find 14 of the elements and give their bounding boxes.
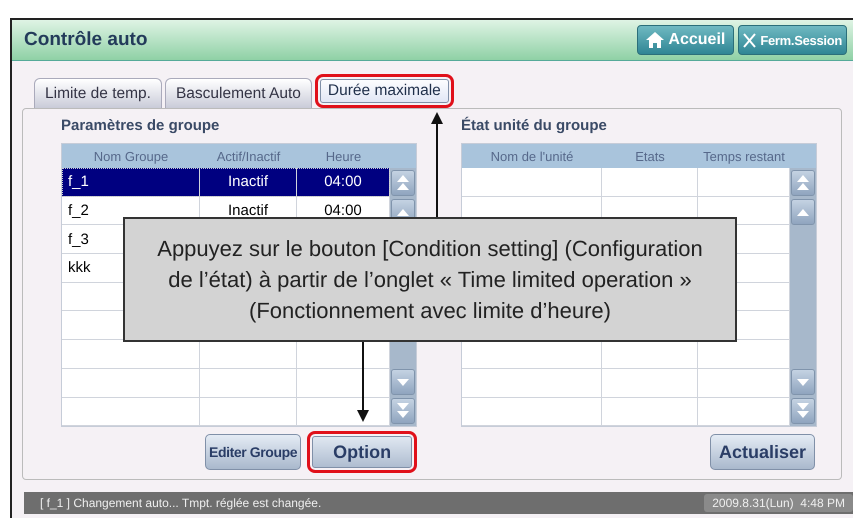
- instruction-tooltip: Appuyez sur le bouton [Condition setting] (Configuration de l’état) à partir de l’onglet « Time limited operation » (Fonctionnement avec limite d’heure): [123, 217, 737, 342]
- date-time: 2009.8.31(Lun) 4:48 PM: [704, 494, 853, 512]
- column-header: Nom de l'unité: [490, 148, 574, 166]
- section-title: Paramètres de groupe: [61, 117, 220, 136]
- column-header: Actif/Inactif: [216, 148, 282, 166]
- section-title: État unité du groupe: [461, 117, 608, 136]
- table-cell: Inactif: [200, 168, 297, 196]
- column-header: Nom Groupe: [92, 148, 170, 166]
- table-cell: f_1: [62, 168, 200, 196]
- column-header: Heure: [324, 148, 362, 166]
- status-message: [ f_1 ] Changement auto... Tmpt. réglée est changée.: [40, 496, 322, 510]
- window-title: Contrôle auto: [24, 29, 148, 51]
- column-header: Etats: [634, 148, 666, 166]
- column-header: Temps restant: [702, 148, 786, 166]
